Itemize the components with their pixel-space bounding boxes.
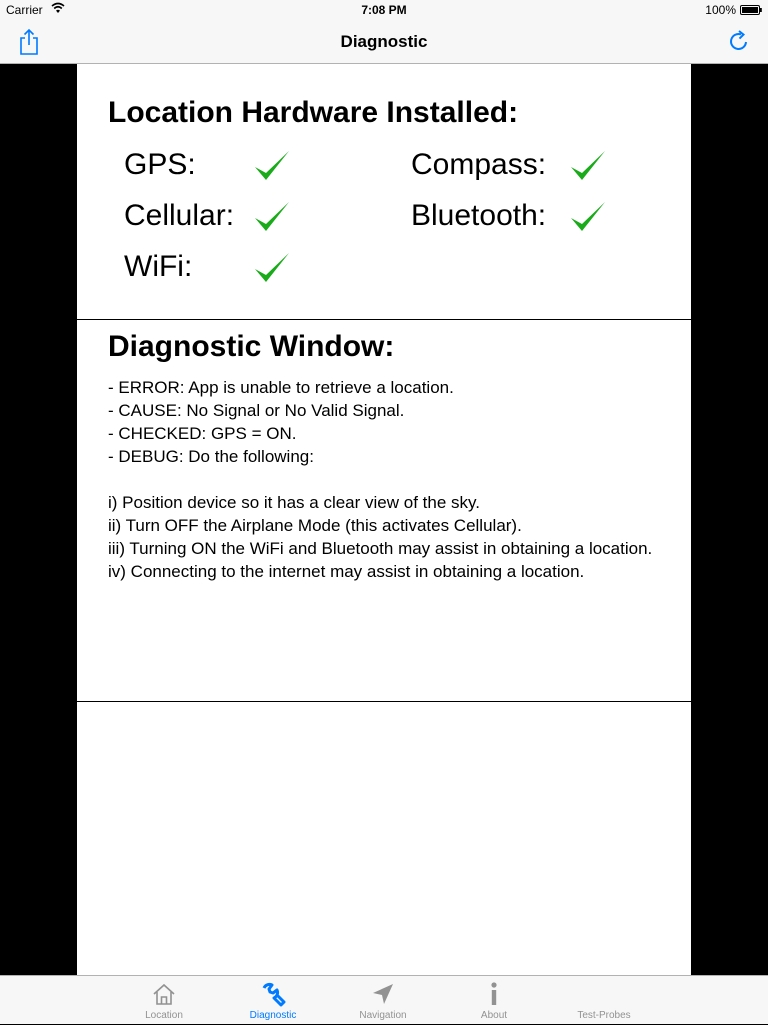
quality-chart-section: 0%25%50%75%100%1234 - 12GPS SatellitesQu… bbox=[77, 702, 691, 975]
check-icon bbox=[255, 151, 289, 180]
main-content: Location Hardware Installed: GPS: Compas… bbox=[77, 64, 691, 975]
hardware-label-bluetooth: Bluetooth: bbox=[411, 199, 547, 232]
tab-diagnostic[interactable]: Diagnostic bbox=[218, 976, 328, 1025]
info-icon bbox=[491, 982, 497, 1005]
tab-navigation[interactable]: Navigation bbox=[328, 976, 438, 1025]
tab-location-label: Location bbox=[145, 1010, 183, 1021]
tab-about[interactable]: About bbox=[439, 976, 549, 1025]
tab-navigation-label: Navigation bbox=[359, 1010, 407, 1021]
battery-percent: 100% bbox=[705, 3, 736, 17]
check-icon bbox=[255, 202, 289, 231]
clock: 7:08 PM bbox=[361, 3, 407, 17]
status-bar: Carrier 7:08 PM 100% bbox=[0, 0, 768, 20]
diagnostic-heading: Diagnostic Window: bbox=[108, 330, 395, 363]
navigation-bar: Diagnostic bbox=[0, 20, 768, 64]
hardware-section: Location Hardware Installed: GPS: Compas… bbox=[77, 64, 691, 320]
hardware-heading: Location Hardware Installed: bbox=[108, 96, 519, 129]
tab-diagnostic-label: Diagnostic bbox=[249, 1010, 297, 1021]
check-icon bbox=[571, 202, 605, 231]
diagnostic-section: Diagnostic Window: - ERROR: App is unabl… bbox=[77, 320, 691, 702]
refresh-icon[interactable] bbox=[728, 30, 750, 52]
wrench-icon bbox=[262, 982, 286, 1007]
hardware-label-wifi: WiFi: bbox=[124, 250, 193, 283]
check-icon bbox=[571, 151, 605, 180]
tab-location[interactable]: Location bbox=[109, 976, 219, 1025]
tab-test-probes-label: Test-Probes bbox=[577, 1010, 631, 1021]
check-icon bbox=[255, 253, 289, 282]
navigation-arrow-icon bbox=[373, 984, 393, 1004]
hardware-label-gps: GPS: bbox=[124, 148, 196, 181]
quality-chart: 0%25%50%75%100%1234 - 12GPS SatellitesQu… bbox=[77, 702, 691, 975]
tab-test-probes[interactable]: Test-Probes bbox=[549, 976, 659, 1025]
page-title: Diagnostic bbox=[340, 32, 428, 51]
hardware-label-cellular: Cellular: bbox=[124, 199, 235, 232]
diagnostic-log: - ERROR: App is unable to retrieve a loc… bbox=[108, 378, 653, 581]
tab-bar: Location Diagnostic Navigation About Tes… bbox=[0, 975, 768, 1024]
tab-about-label: About bbox=[480, 1010, 508, 1021]
home-icon bbox=[153, 983, 175, 1005]
battery-icon bbox=[740, 5, 762, 15]
hardware-label-compass: Compass: bbox=[411, 148, 547, 181]
